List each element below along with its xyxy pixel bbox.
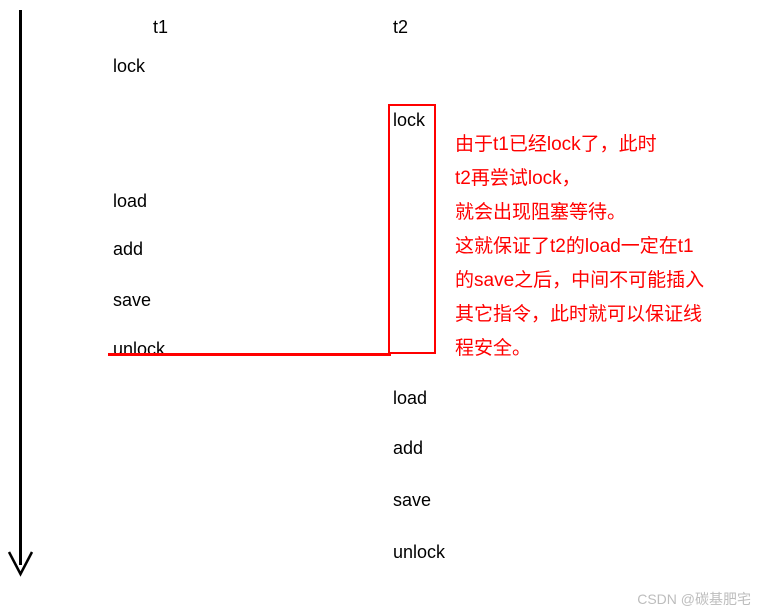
t2-add: add xyxy=(393,438,423,459)
t1-save: save xyxy=(113,290,151,311)
annotation-line-7: 程安全。 xyxy=(455,335,531,364)
t1-unlock: unlock xyxy=(113,339,165,360)
blocking-highlight-box xyxy=(388,104,436,354)
t2-unlock: unlock xyxy=(393,542,445,563)
unlock-connector-line xyxy=(108,353,391,356)
annotation-line-1: 由于t1已经lock了，此时 xyxy=(455,131,657,160)
annotation-line-4: 这就保证了t2的load一定在t1 xyxy=(455,233,694,262)
header-t2: t2 xyxy=(393,17,408,38)
timeline-arrow-shaft xyxy=(19,10,22,565)
t2-load: load xyxy=(393,388,427,409)
annotation-line-6: 其它指令，此时就可以保证线 xyxy=(455,301,702,330)
annotation-line-2: t2再尝试lock， xyxy=(455,165,581,194)
annotation-line-5: 的save之后，中间不可能插入 xyxy=(455,267,704,296)
t1-lock: lock xyxy=(113,56,145,77)
annotation-line-3: 就会出现阻塞等待。 xyxy=(455,199,626,228)
t1-add: add xyxy=(113,239,143,260)
timeline-arrow-head xyxy=(7,550,34,580)
t2-save: save xyxy=(393,490,431,511)
t1-load: load xyxy=(113,191,147,212)
header-t1: t1 xyxy=(153,17,168,38)
watermark: CSDN @碳基肥宅 xyxy=(637,589,751,609)
